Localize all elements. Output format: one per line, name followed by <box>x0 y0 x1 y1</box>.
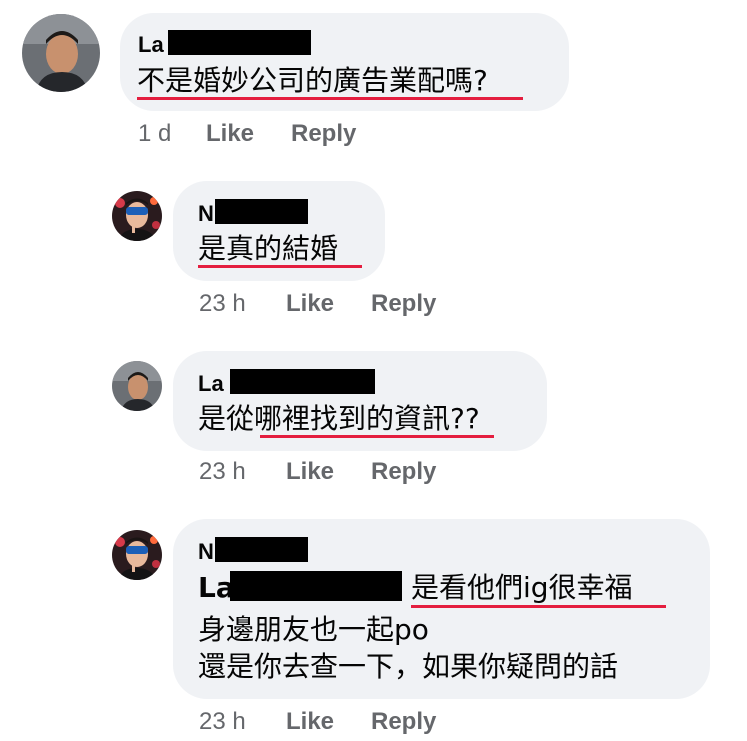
reply-button[interactable]: Reply <box>291 120 356 148</box>
highlight-underline <box>198 265 362 268</box>
avatar-sunglasses-icon <box>112 191 162 241</box>
avatar[interactable] <box>112 530 162 580</box>
name-redaction <box>230 369 375 394</box>
comment-bubble: La 是從哪裡找到的資訊?? <box>173 351 547 451</box>
highlight-underline <box>260 435 494 438</box>
like-button[interactable]: Like <box>286 458 334 486</box>
comment-bubble: N 是真的結婚 <box>173 181 385 281</box>
author-name[interactable]: La <box>138 32 164 58</box>
author-name[interactable]: N <box>198 201 214 227</box>
name-redaction <box>215 537 308 562</box>
comment-text: 是從哪裡找到的資訊?? <box>198 402 480 435</box>
comment-bubble: N La 是看他們ig很幸福 身邊朋友也一起po 還是你去查一下，如果你疑問的話 <box>173 519 710 699</box>
like-button[interactable]: Like <box>286 708 334 736</box>
avatar-man-icon <box>22 14 100 92</box>
avatar-sunglasses-icon <box>112 530 162 580</box>
reply-button[interactable]: Reply <box>371 458 436 486</box>
timestamp[interactable]: 1 d <box>138 120 171 148</box>
comment-text-line2: 身邊朋友也一起po <box>198 613 429 646</box>
comment-text: 不是婚妙公司的廣告業配嗎? <box>137 64 488 97</box>
highlight-underline <box>411 605 666 608</box>
highlight-underline <box>137 97 523 100</box>
name-redaction <box>215 199 308 224</box>
mention-redaction <box>230 571 402 601</box>
reply-button[interactable]: Reply <box>371 708 436 736</box>
like-button[interactable]: Like <box>286 290 334 318</box>
timestamp[interactable]: 23 h <box>199 458 246 486</box>
avatar[interactable] <box>112 191 162 241</box>
author-name[interactable]: N <box>198 539 214 565</box>
avatar[interactable] <box>22 14 100 92</box>
author-name[interactable]: La <box>198 371 224 397</box>
timestamp[interactable]: 23 h <box>199 290 246 318</box>
avatar-man-icon <box>112 361 162 411</box>
like-button[interactable]: Like <box>206 120 254 148</box>
timestamp[interactable]: 23 h <box>199 708 246 736</box>
comment-text: 是真的結婚 <box>198 232 339 265</box>
comment-bubble: La 不是婚妙公司的廣告業配嗎? <box>120 13 569 111</box>
name-redaction <box>168 30 311 55</box>
avatar[interactable] <box>112 361 162 411</box>
comment-text-line3: 還是你去查一下，如果你疑問的話 <box>198 650 619 683</box>
comment-text-line1: 是看他們ig很幸福 <box>411 571 633 604</box>
reply-button[interactable]: Reply <box>371 290 436 318</box>
